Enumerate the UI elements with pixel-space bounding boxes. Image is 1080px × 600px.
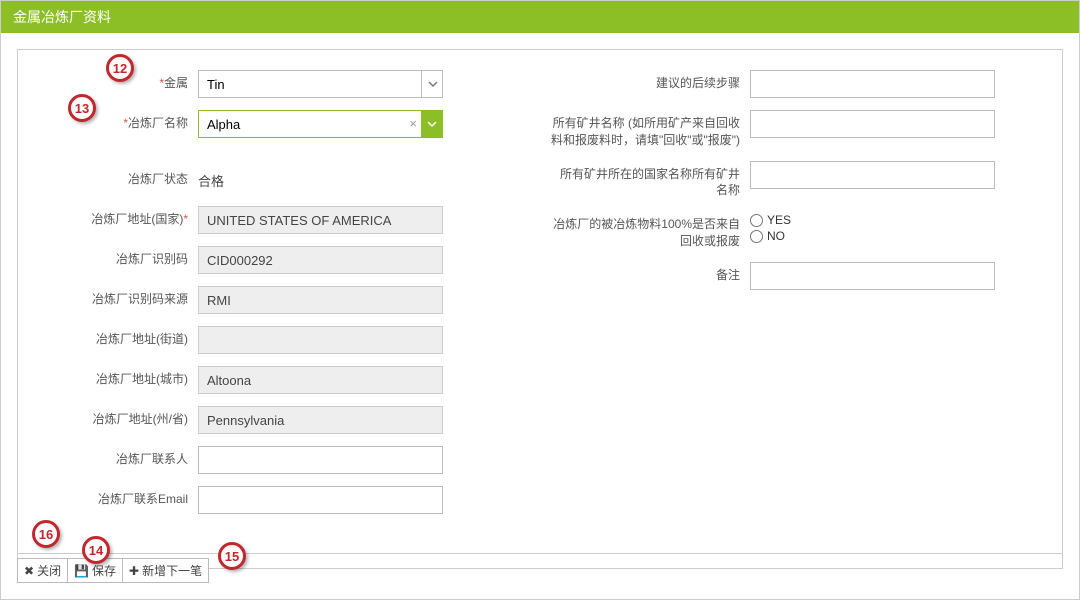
close-icon: ✖ — [24, 564, 34, 578]
metal-select-input[interactable] — [198, 70, 443, 98]
modal-title: 金属冶炼厂资料 — [13, 9, 111, 25]
label-state: 冶炼厂地址(州/省) — [93, 412, 188, 426]
modal-header: 金属冶炼厂资料 — [1, 1, 1079, 33]
country-input — [198, 206, 443, 234]
callout-12: 12 — [106, 54, 134, 82]
city-input — [198, 366, 443, 394]
state-input — [198, 406, 443, 434]
close-button[interactable]: ✖ 关闭 — [17, 558, 68, 583]
callout-15: 15 — [218, 542, 246, 570]
clear-icon[interactable]: × — [409, 116, 417, 131]
label-country: 冶炼厂地址(国家) — [91, 212, 183, 226]
contact-input[interactable] — [198, 446, 443, 474]
comments-input[interactable] — [750, 262, 995, 290]
chevron-down-icon[interactable] — [421, 110, 443, 138]
label-cid: 冶炼厂识别码 — [116, 252, 188, 266]
label-email: 冶炼厂联系Email — [98, 492, 188, 506]
label-city: 冶炼厂地址(城市) — [96, 372, 188, 386]
modal-body: 12 13 14 15 16 *金属 — [17, 49, 1063, 569]
label-status: 冶炼厂状态 — [128, 172, 188, 186]
label-comments: 备注 — [716, 268, 740, 282]
recycled-no-radio[interactable] — [750, 230, 763, 243]
smelter-info-modal: 金属冶炼厂资料 12 13 14 15 16 *金属 — [0, 0, 1080, 600]
chevron-down-icon — [421, 70, 443, 98]
right-column: 建议的后续步骤 所有矿井名称 (如所用矿产来自回收料和报废料时，请填"回收"或"… — [550, 70, 1052, 526]
email-input[interactable] — [198, 486, 443, 514]
status-value: 合格 — [198, 166, 443, 190]
mine-names-input[interactable] — [750, 110, 995, 138]
smelter-name-input[interactable] — [198, 110, 443, 138]
callout-13: 13 — [68, 94, 96, 122]
callout-16: 16 — [32, 520, 60, 548]
mine-country-input[interactable] — [750, 161, 995, 189]
metal-select[interactable] — [198, 70, 443, 98]
callout-14: 14 — [82, 536, 110, 564]
smelter-name-combo[interactable]: × — [198, 110, 443, 138]
save-icon: 💾 — [74, 564, 89, 578]
cid-source-input — [198, 286, 443, 314]
label-contact: 冶炼厂联系人 — [116, 452, 188, 466]
label-next-steps: 建议的后续步骤 — [656, 76, 740, 90]
label-mine-country: 所有矿井所在的国家名称所有矿井名称 — [560, 167, 740, 198]
label-mine-names: 所有矿井名称 (如所用矿产来自回收料和报废料时，请填"回收"或"报废") — [551, 116, 740, 147]
cid-input — [198, 246, 443, 274]
label-recycled: 冶炼厂的被冶炼物料100%是否来自回收或报废 — [553, 217, 740, 248]
label-street: 冶炼厂地址(街道) — [96, 332, 188, 346]
label-metal: 金属 — [164, 76, 188, 90]
plus-icon: ✚ — [129, 564, 139, 578]
street-input — [198, 326, 443, 354]
recycled-no-option[interactable]: NO — [750, 229, 995, 243]
recycled-yes-option[interactable]: YES — [750, 213, 995, 227]
recycled-yes-radio[interactable] — [750, 214, 763, 227]
label-smelter-name: 冶炼厂名称 — [128, 116, 188, 130]
label-cid-source: 冶炼厂识别码来源 — [92, 292, 188, 306]
add-next-button[interactable]: ✚ 新增下一笔 — [122, 558, 209, 583]
left-column: *金属 *冶炼厂名称 — [28, 70, 530, 526]
next-steps-input[interactable] — [750, 70, 995, 98]
modal-footer: ✖ 关闭 💾 保存 ✚ 新增下一笔 — [17, 553, 1063, 583]
